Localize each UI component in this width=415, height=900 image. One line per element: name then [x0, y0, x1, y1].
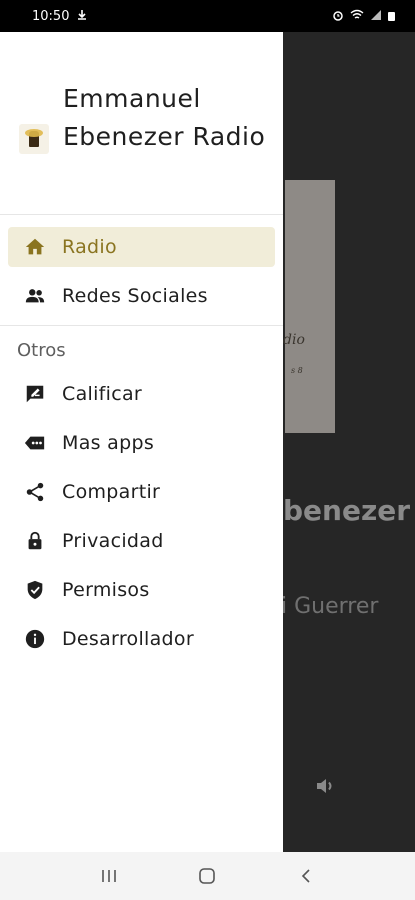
battery-icon — [388, 11, 395, 21]
nav-item-privacidad[interactable]: Privacidad — [8, 521, 275, 561]
app-title: Emmanuel Ebenezer Radio — [63, 84, 266, 151]
nav-item-label: Radio — [62, 236, 117, 258]
drawer-header: Emmanuel Ebenezer Radio — [0, 32, 283, 215]
album-art-subtext: s 8 — [291, 366, 303, 375]
album-art — [285, 180, 335, 433]
nav-item-permisos[interactable]: Permisos — [8, 570, 275, 610]
volume-icon[interactable] — [313, 774, 337, 798]
back-button[interactable] — [294, 864, 318, 888]
nav-item-radio[interactable]: Radio — [8, 227, 275, 267]
app-logo — [19, 124, 49, 154]
primary-nav: Radio Redes Sociales — [0, 215, 283, 316]
nav-item-compartir[interactable]: Compartir — [8, 472, 275, 512]
station-name: benezer — [283, 494, 411, 527]
share-icon — [24, 481, 46, 503]
alarm-icon — [332, 9, 344, 24]
recents-button[interactable] — [97, 864, 121, 888]
info-icon — [24, 628, 46, 650]
nav-item-label: Privacidad — [62, 530, 164, 552]
system-nav-bar — [0, 852, 415, 900]
nav-item-label: Calificar — [62, 383, 143, 405]
nav-item-mas-apps[interactable]: Mas apps — [8, 423, 275, 463]
nav-item-label: Mas apps — [62, 432, 155, 454]
nav-item-desarrollador[interactable]: Desarrollador — [8, 619, 275, 659]
nav-item-calificar[interactable]: Calificar — [8, 374, 275, 414]
wifi-icon — [350, 9, 364, 24]
home-icon — [24, 236, 46, 258]
nav-item-label: Redes Sociales — [62, 285, 208, 307]
album-art-text: dio — [283, 332, 305, 348]
rate-review-icon — [24, 383, 46, 405]
other-nav: Calificar Mas apps Compartir Privacidad … — [0, 374, 283, 659]
nav-item-label: Compartir — [62, 481, 161, 503]
station-subtitle: i Guerrer — [283, 594, 379, 619]
signal-icon — [370, 9, 382, 24]
home-button[interactable] — [195, 864, 219, 888]
more-apps-icon — [24, 432, 46, 454]
nav-item-redes-sociales[interactable]: Redes Sociales — [8, 276, 275, 316]
status-bar: 10:50 — [0, 0, 415, 32]
background-app[interactable]: dio s 8 benezer i Guerrer — [283, 32, 415, 852]
people-icon — [24, 285, 46, 307]
status-time: 10:50 — [32, 8, 70, 24]
nav-item-label: Permisos — [62, 579, 150, 601]
shield-check-icon — [24, 579, 46, 601]
navigation-drawer: Emmanuel Ebenezer Radio Radio Redes Soci… — [0, 32, 283, 852]
nav-item-label: Desarrollador — [62, 628, 194, 650]
section-title-otros: Otros — [17, 340, 66, 361]
download-icon — [77, 9, 87, 24]
lock-icon — [24, 530, 46, 552]
